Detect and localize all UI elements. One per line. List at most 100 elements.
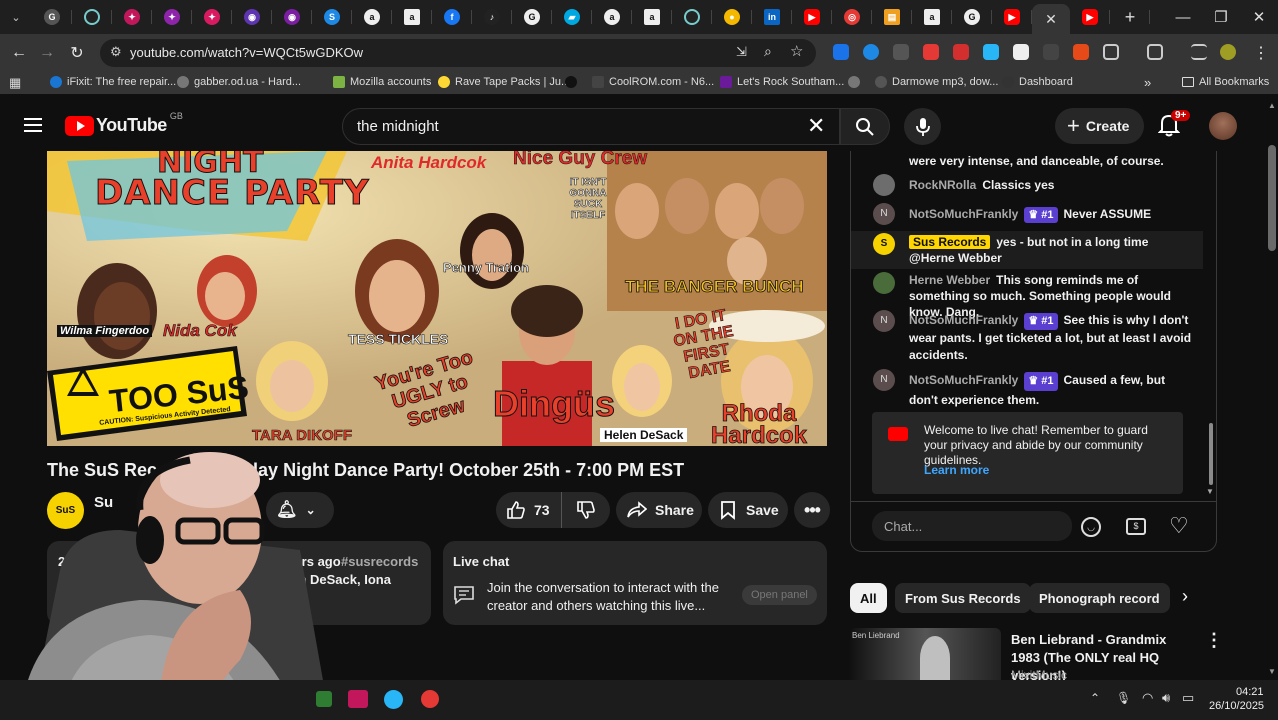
extension-icon[interactable]	[863, 44, 879, 60]
profile-avatar[interactable]	[1220, 44, 1236, 60]
minimize-icon[interactable]: —	[1164, 0, 1202, 34]
bookmark-item[interactable]: Let's Rock Southam...	[720, 76, 844, 88]
close-window-icon[interactable]: ✕	[1240, 0, 1278, 34]
clock-date[interactable]: 26/10/2025	[1209, 700, 1264, 712]
tab[interactable]: G	[512, 0, 552, 34]
bookmark-star-icon[interactable]: ☆	[790, 42, 803, 60]
new-tab-button[interactable]: +	[1110, 0, 1150, 34]
chat-input[interactable]: Chat...	[872, 511, 1072, 541]
tab[interactable]: ▶	[992, 0, 1032, 34]
tab[interactable]: a	[392, 0, 432, 34]
hamburger-menu-icon[interactable]	[24, 118, 42, 132]
page-scrollbar[interactable]: ▲ ▼	[1266, 101, 1278, 680]
address-bar[interactable]: ⚙ youtube.com/watch?v=WQCt5wGDKOw ⇲ ⌕ ☆	[100, 39, 816, 67]
chat-author[interactable]: RockNRolla	[909, 178, 976, 192]
like-button[interactable]: 73	[496, 492, 562, 528]
chip-topic[interactable]: Phonograph record	[1029, 583, 1170, 613]
extension-icon[interactable]	[1073, 44, 1089, 60]
search-input[interactable]: the midnight ✕	[342, 108, 840, 145]
scroll-up-icon[interactable]: ▲	[1268, 101, 1276, 110]
hashtag-link[interactable]: #susrecords	[341, 554, 418, 569]
taskbar-app-icon[interactable]	[421, 690, 439, 708]
extensions-puzzle-icon[interactable]	[1103, 44, 1119, 60]
tab[interactable]: ▤	[872, 0, 912, 34]
chips-next-icon[interactable]: ›	[1182, 586, 1188, 607]
notifications-button[interactable]: 9+	[1157, 110, 1191, 139]
tab[interactable]: G	[32, 0, 72, 34]
tab[interactable]: f	[432, 0, 472, 34]
bookmark-item[interactable]: Darmowe mp3, dow...	[875, 76, 998, 88]
restore-icon[interactable]: ❐	[1202, 0, 1240, 34]
bookmark-item[interactable]: iFixit: The free repair...	[50, 76, 176, 88]
tab[interactable]: ✦	[192, 0, 232, 34]
tab[interactable]: ●	[712, 0, 752, 34]
zoom-icon[interactable]: ⌕	[764, 43, 772, 60]
extension-icon[interactable]	[833, 44, 849, 60]
site-info-icon[interactable]: ⚙	[110, 44, 122, 60]
more-actions-button[interactable]: •••	[794, 492, 830, 528]
wifi-icon[interactable]: ◠	[1142, 690, 1153, 706]
create-button[interactable]: + Create	[1055, 108, 1144, 144]
forward-icon[interactable]: →	[34, 40, 60, 66]
tab-search-icon[interactable]	[1191, 44, 1207, 60]
scroll-down-icon[interactable]: ▼	[1206, 487, 1214, 496]
tab[interactable]: ♪	[472, 0, 512, 34]
emoji-icon[interactable]: ◡	[1081, 517, 1101, 537]
bookmark-item[interactable]: gabber.od.ua - Hard...	[177, 76, 301, 88]
install-icon[interactable]: ⇲	[736, 44, 747, 60]
tab[interactable]: ▶	[792, 0, 832, 34]
tab[interactable]: ◉	[232, 0, 272, 34]
heart-icon[interactable]: ♡	[1169, 513, 1189, 539]
super-chat-icon[interactable]: $	[1126, 518, 1146, 535]
tab[interactable]	[672, 0, 712, 34]
tab[interactable]: ▶	[1070, 0, 1110, 34]
tab[interactable]: ✦	[112, 0, 152, 34]
tab[interactable]: ◎	[832, 0, 872, 34]
extension-icon[interactable]	[1043, 44, 1059, 60]
bookmark-item[interactable]: Mozilla accounts	[333, 76, 431, 88]
tab[interactable]: in	[752, 0, 792, 34]
tab[interactable]: G	[952, 0, 992, 34]
extension-icon[interactable]	[1013, 44, 1029, 60]
tab[interactable]: S	[312, 0, 352, 34]
chat-scrollbar[interactable]	[1209, 423, 1213, 485]
bookmarks-overflow-icon[interactable]: »	[1144, 75, 1151, 90]
account-avatar[interactable]	[1209, 112, 1237, 140]
recommended-thumbnail[interactable]: Ben Liebrand	[850, 628, 1001, 680]
tab[interactable]: a	[912, 0, 952, 34]
tab[interactable]: a	[352, 0, 392, 34]
save-button[interactable]: Save	[708, 492, 788, 528]
extension-icon[interactable]	[953, 44, 969, 60]
reload-icon[interactable]: ↻	[64, 40, 90, 66]
clock-time[interactable]: 04:21	[1236, 686, 1264, 698]
chat-author[interactable]: NotSoMuchFrankly	[909, 373, 1018, 387]
chip-all[interactable]: All	[850, 583, 887, 613]
voice-search-button[interactable]	[904, 108, 941, 145]
chat-author-owner[interactable]: Sus Records	[909, 235, 991, 249]
clear-search-icon[interactable]: ✕	[807, 113, 825, 139]
dislike-button[interactable]	[562, 492, 610, 528]
taskbar-app-icon[interactable]	[348, 690, 368, 708]
active-tab[interactable]: ✕	[1032, 4, 1070, 34]
scroll-down-icon[interactable]: ▼	[1268, 667, 1276, 676]
tab[interactable]: a	[592, 0, 632, 34]
bookmark-item[interactable]: Rave Tape Packs | Ju...	[438, 76, 570, 88]
open-panel-button[interactable]: Open panel	[742, 585, 817, 605]
reading-mode-icon[interactable]	[1147, 44, 1163, 60]
tab-search-button[interactable]: ⌄	[0, 0, 32, 34]
all-bookmarks-button[interactable]: All Bookmarks	[1182, 76, 1269, 88]
extension-icon[interactable]	[923, 44, 939, 60]
chat-author[interactable]: NotSoMuchFrankly	[909, 207, 1018, 221]
chat-author[interactable]: Herne Webber	[909, 273, 990, 287]
tray-overflow-icon[interactable]: ⌃	[1090, 691, 1100, 705]
learn-more-link[interactable]: Learn more	[924, 463, 989, 477]
youtube-logo[interactable]: YouTube GB	[65, 111, 183, 136]
video-player[interactable]: NIGHT DANCE PARTY Anita Hardcok Nice Guy…	[47, 151, 827, 446]
apps-grid-icon[interactable]: ▦	[9, 75, 21, 91]
tab[interactable]: ✦	[152, 0, 192, 34]
microphone-tray-icon[interactable]: 🎙︎	[1116, 691, 1131, 705]
menu-dots-icon[interactable]: ⋮	[1248, 40, 1274, 66]
tab[interactable]: ▰	[552, 0, 592, 34]
volume-icon[interactable]: 🔊︎	[1162, 690, 1170, 706]
bookmark-item[interactable]: CoolROM.com - N6...	[592, 76, 714, 88]
